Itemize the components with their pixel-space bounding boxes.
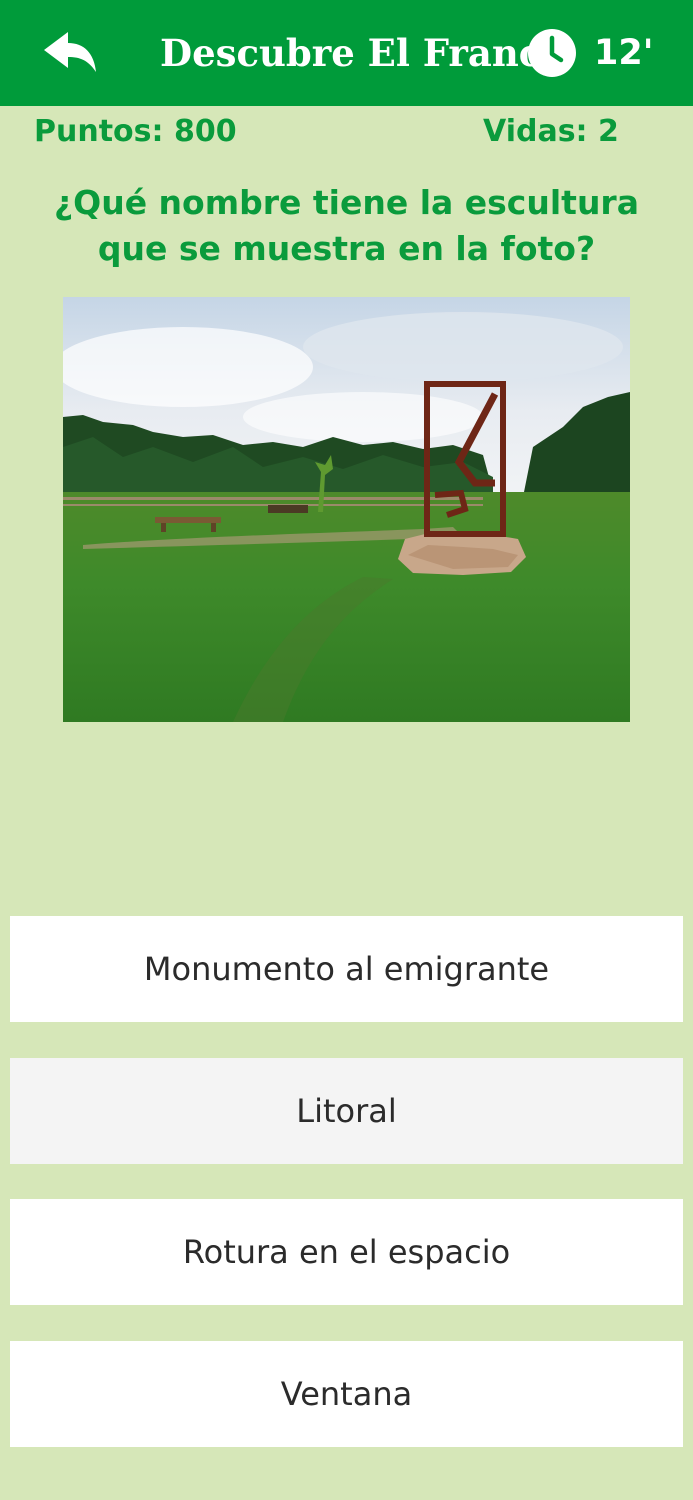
points-counter: Puntos: 800 xyxy=(34,114,237,149)
answer-option-1[interactable]: Monumento al emigrante xyxy=(10,916,683,1022)
reply-arrow-icon xyxy=(44,32,96,72)
back-button[interactable] xyxy=(40,28,100,78)
app-title: Descubre El Franco xyxy=(160,31,567,75)
answer-option-4[interactable]: Ventana xyxy=(10,1341,683,1447)
lives-counter: Vidas: 2 xyxy=(483,114,619,149)
clock-icon xyxy=(526,27,578,79)
answer-option-2[interactable]: Litoral xyxy=(10,1058,683,1164)
answer-option-3[interactable]: Rotura en el espacio xyxy=(10,1199,683,1305)
top-app-bar: Descubre El Franco 12' xyxy=(0,0,693,106)
question-text: ¿Qué nombre tiene la escultura que se mu… xyxy=(54,183,639,268)
sculpture-photo xyxy=(63,297,630,722)
timer-value: 12' xyxy=(594,33,654,73)
